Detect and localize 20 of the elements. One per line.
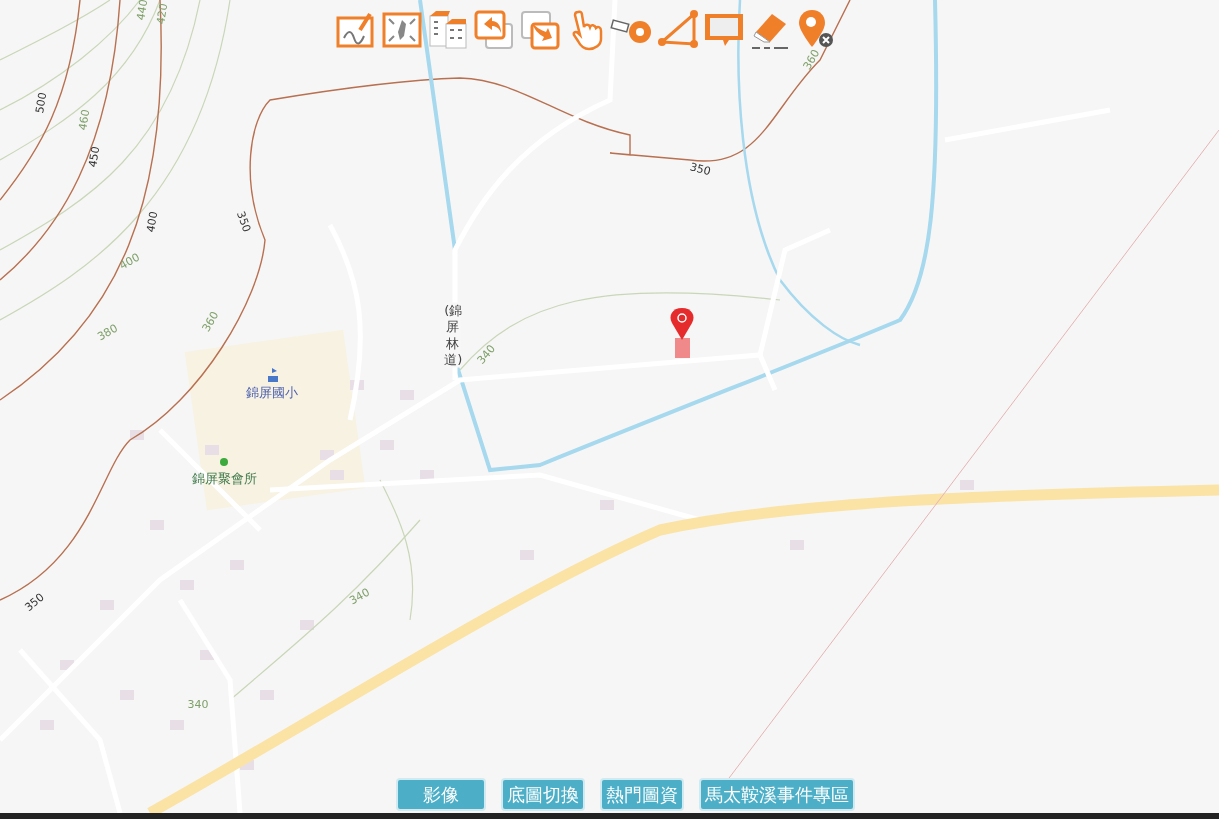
- contour-label: 440: [133, 0, 152, 22]
- contour-label: 350: [21, 589, 48, 617]
- contour-label: 380: [94, 320, 121, 346]
- contour-label: 350: [687, 159, 713, 181]
- contour-label: 340: [187, 696, 209, 713]
- contour-label: 350: [233, 209, 255, 235]
- contour-label: 400: [116, 249, 143, 275]
- map-button[interactable]: 影像: [396, 778, 486, 811]
- contour-label: 340: [346, 584, 373, 610]
- place-label: 錦屏國小: [246, 384, 298, 403]
- contour-label: 500: [32, 91, 51, 115]
- road-label: (錦屏林道): [444, 302, 460, 368]
- contour-label: 460: [75, 108, 94, 132]
- contour-label: 400: [143, 210, 162, 234]
- map-button[interactable]: 馬太鞍溪事件專區: [699, 778, 855, 811]
- map-button[interactable]: 底圖切換: [501, 778, 585, 811]
- place-label: 錦屏聚會所: [191, 470, 257, 489]
- contour-label: 450: [85, 145, 104, 169]
- contour-label: 420: [153, 2, 172, 26]
- map-button[interactable]: 熱門圖資: [600, 778, 684, 811]
